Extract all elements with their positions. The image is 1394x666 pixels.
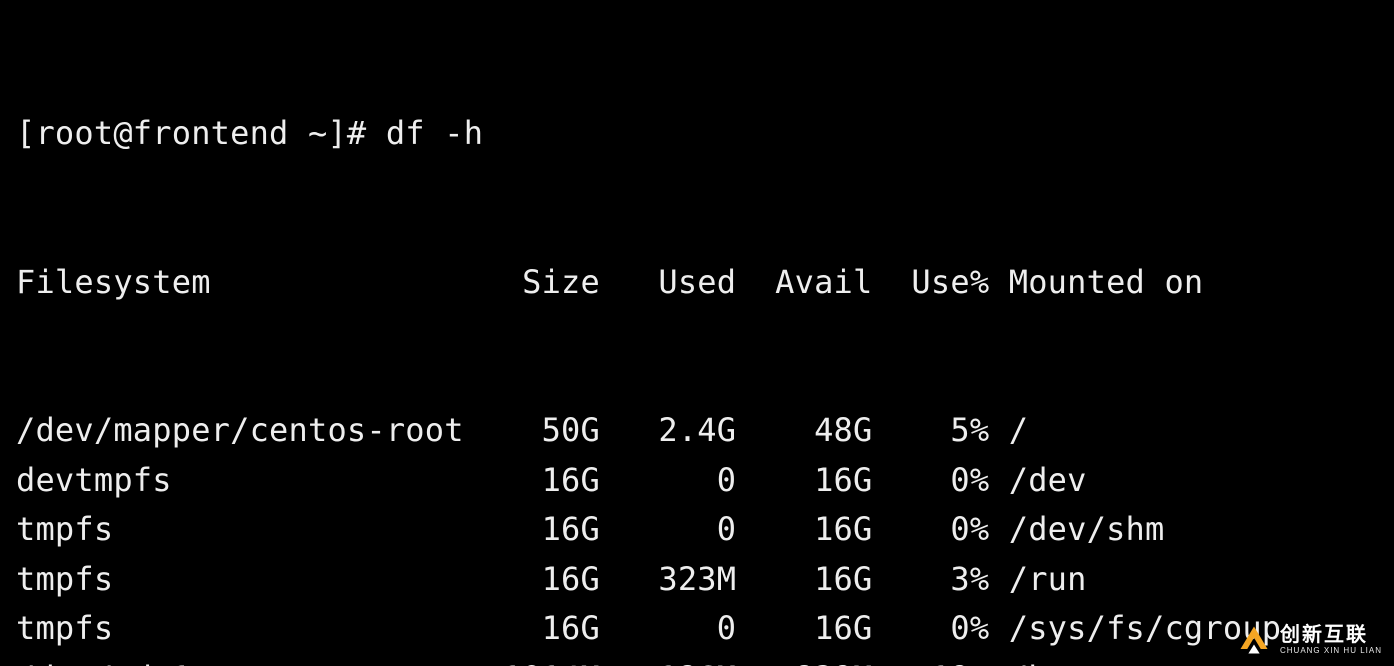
- df-row: tmpfs 16G 323M 16G 3% /run: [16, 555, 1378, 605]
- watermark-text-cn: 创新互联: [1280, 625, 1382, 645]
- terminal-output[interactable]: [root@frontend ~]# df -h Filesystem Size…: [0, 0, 1394, 666]
- watermark-logo: 创新互联 CHUANG XIN HU LIAN: [1236, 622, 1382, 658]
- df-row: devtmpfs 16G 0 16G 0% /dev: [16, 456, 1378, 506]
- df-row: /dev/mapper/centos-root 50G 2.4G 48G 5% …: [16, 406, 1378, 456]
- df-row: tmpfs 16G 0 16G 0% /sys/fs/cgroup: [16, 604, 1378, 654]
- watermark-text-en: CHUANG XIN HU LIAN: [1280, 647, 1382, 655]
- df-header-line: Filesystem Size Used Avail Use% Mounted …: [16, 258, 1378, 308]
- df-row: /dev/sda1 1014M 186M 829M 19% /boot: [16, 654, 1378, 666]
- df-row: tmpfs 16G 0 16G 0% /dev/shm: [16, 505, 1378, 555]
- watermark-icon: [1236, 622, 1272, 658]
- prompt-line-1: [root@frontend ~]# df -h: [16, 109, 1378, 159]
